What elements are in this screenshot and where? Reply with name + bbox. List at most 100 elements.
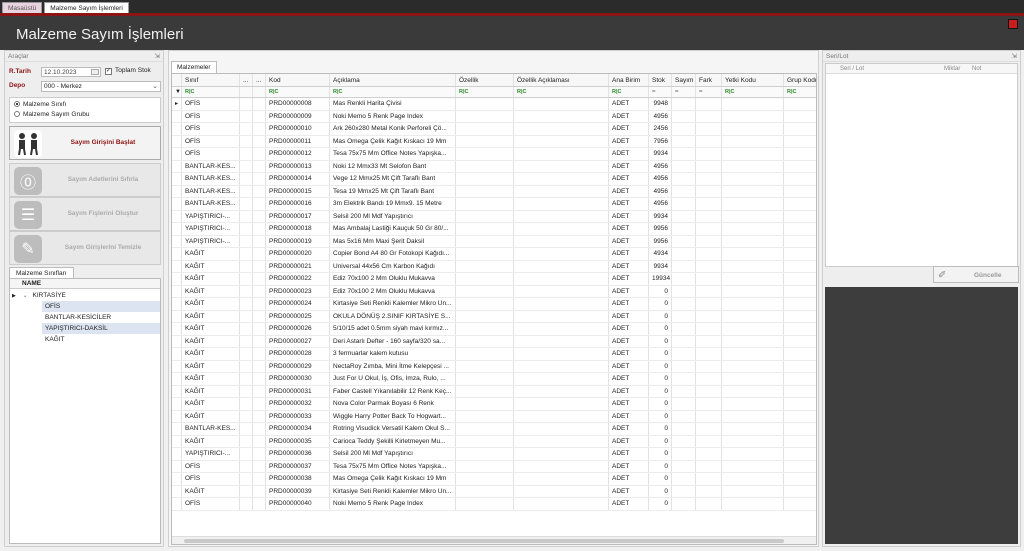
empty-cell[interactable] <box>514 485 609 497</box>
table-row[interactable]: BANTLAR-KES... PRD00000016 3m Elektrik Ban… <box>172 198 816 211</box>
row-indicator[interactable] <box>172 485 182 497</box>
tab-masaustu[interactable]: Masaüstü <box>2 2 43 13</box>
class-cell[interactable]: KAĞIT <box>182 248 240 260</box>
table-row[interactable]: KAĞIT PRD00000028 3 fermuarlar kalem kutus… <box>172 348 816 361</box>
radio-malzeme-sinifi[interactable]: Malzeme Sınıfı <box>14 101 66 108</box>
empty-cell[interactable] <box>672 410 696 422</box>
empty-cell[interactable] <box>514 185 609 197</box>
class-cell[interactable]: KAĞIT <box>182 435 240 447</box>
empty-cell[interactable] <box>240 460 253 472</box>
unit-cell[interactable]: ADET <box>609 285 649 297</box>
empty-cell[interactable] <box>696 423 722 435</box>
empty-cell[interactable] <box>240 348 253 360</box>
table-row[interactable]: BANTLAR-KES... PRD00000034 Rotring Visudic… <box>172 423 816 436</box>
empty-cell[interactable] <box>240 135 253 147</box>
empty-cell[interactable] <box>696 110 722 122</box>
empty-cell[interactable] <box>456 285 514 297</box>
code-cell[interactable]: PRD00000027 <box>266 335 330 347</box>
column-miktar[interactable]: Miktar <box>944 64 960 74</box>
empty-cell[interactable] <box>456 473 514 485</box>
description-cell[interactable]: Ediz 70x100 2 Mm Oluklu Mukavva <box>330 273 456 285</box>
description-cell[interactable]: OKULA DÖNÜŞ 2.SINIF KIRTASİYE S... <box>330 310 456 322</box>
empty-cell[interactable] <box>240 248 253 260</box>
empty-cell[interactable] <box>240 223 253 235</box>
empty-cell[interactable] <box>253 185 266 197</box>
description-cell[interactable]: Vege 12 Mmx25 Mt Çift Taraflı Bant <box>330 173 456 185</box>
stock-cell[interactable]: 0 <box>649 448 672 460</box>
empty-cell[interactable] <box>696 410 722 422</box>
empty-cell[interactable] <box>240 373 253 385</box>
empty-cell[interactable] <box>672 198 696 210</box>
empty-cell[interactable] <box>456 373 514 385</box>
filter-cell-fark[interactable]: = <box>696 87 722 97</box>
empty-cell[interactable] <box>240 260 253 272</box>
empty-cell[interactable] <box>672 223 696 235</box>
empty-cell[interactable] <box>696 335 722 347</box>
table-row[interactable]: KAĞIT PRD00000021 Universal 44x56 Cm Karbo… <box>172 260 816 273</box>
tree-item-bantlar[interactable]: BANTLAR-KESİCİLER <box>42 312 160 323</box>
stock-cell[interactable]: 4934 <box>649 248 672 260</box>
empty-cell[interactable] <box>253 248 266 260</box>
empty-cell[interactable] <box>514 98 609 110</box>
create-slips-button[interactable]: ☰ Sayım Fişlerini Oluştur <box>9 197 161 231</box>
code-cell[interactable]: PRD00000012 <box>266 148 330 160</box>
stock-cell[interactable]: 4956 <box>649 110 672 122</box>
unit-cell[interactable]: ADET <box>609 335 649 347</box>
empty-cell[interactable] <box>253 485 266 497</box>
row-indicator[interactable] <box>172 298 182 310</box>
unit-cell[interactable]: ADET <box>609 148 649 160</box>
empty-cell[interactable] <box>514 135 609 147</box>
empty-cell[interactable] <box>514 160 609 172</box>
row-indicator[interactable] <box>172 148 182 160</box>
unit-cell[interactable]: ADET <box>609 248 649 260</box>
stock-cell[interactable]: 4956 <box>649 173 672 185</box>
empty-cell[interactable] <box>672 498 696 510</box>
empty-cell[interactable] <box>672 173 696 185</box>
description-cell[interactable]: Ediz 70x100 2 Mm Oluklu Mukavva <box>330 285 456 297</box>
class-cell[interactable]: YAPIŞTIRICI-... <box>182 210 240 222</box>
empty-cell[interactable] <box>240 123 253 135</box>
filter-cell-kod[interactable]: R|C <box>266 87 330 97</box>
empty-cell[interactable] <box>456 398 514 410</box>
empty-cell[interactable] <box>514 335 609 347</box>
empty-cell[interactable] <box>672 398 696 410</box>
description-cell[interactable]: Kirtasiye Seti Renkli Kalemler Mikro Un.… <box>330 298 456 310</box>
horizontal-scrollbar[interactable] <box>172 536 816 544</box>
empty-cell[interactable] <box>240 498 253 510</box>
empty-cell[interactable] <box>784 111 816 123</box>
empty-cell[interactable] <box>514 298 609 310</box>
unit-cell[interactable]: ADET <box>609 198 649 210</box>
unit-cell[interactable]: ADET <box>609 385 649 397</box>
table-row[interactable]: KAĞIT PRD00000033 Wiggle Harry Potter Back… <box>172 410 816 423</box>
filter-equals-icon[interactable]: = <box>675 89 679 95</box>
row-indicator[interactable] <box>172 185 182 197</box>
empty-cell[interactable] <box>456 260 514 272</box>
empty-cell[interactable] <box>784 161 816 173</box>
empty-cell[interactable] <box>672 360 696 372</box>
empty-cell[interactable] <box>240 360 253 372</box>
radio-dot[interactable] <box>14 111 20 117</box>
depo-select[interactable]: 000 - Merkez ⌄ <box>41 81 161 92</box>
empty-cell[interactable] <box>456 410 514 422</box>
table-row[interactable]: YAPIŞTIRICI-... PRD00000019 Mas 5x16 Mm Ma… <box>172 235 816 248</box>
empty-cell[interactable] <box>456 223 514 235</box>
stock-cell[interactable]: 4956 <box>649 160 672 172</box>
empty-cell[interactable] <box>696 385 722 397</box>
empty-cell[interactable] <box>722 473 784 485</box>
empty-cell[interactable] <box>240 185 253 197</box>
empty-cell[interactable] <box>253 385 266 397</box>
class-cell[interactable]: KAĞIT <box>182 260 240 272</box>
empty-cell[interactable] <box>456 210 514 222</box>
column-header-more[interactable]: ... <box>253 74 266 86</box>
description-cell[interactable]: Tesa 19 Mmx25 Mt Çift Taraflı Bant <box>330 185 456 197</box>
empty-cell[interactable] <box>722 360 784 372</box>
stock-cell[interactable]: 0 <box>649 460 672 472</box>
empty-cell[interactable] <box>253 173 266 185</box>
description-cell[interactable]: Selsil 200 Ml Mdf Yapıştırıcı <box>330 448 456 460</box>
table-row[interactable]: ▸ OFİS PRD00000008 Mas Renkli Harita Çivisi… <box>172 98 816 111</box>
empty-cell[interactable] <box>696 223 722 235</box>
empty-cell[interactable] <box>456 335 514 347</box>
class-cell[interactable]: KAĞIT <box>182 360 240 372</box>
description-cell[interactable]: Nova Color Parmak Boyası 6 Renk <box>330 398 456 410</box>
unit-cell[interactable]: ADET <box>609 448 649 460</box>
